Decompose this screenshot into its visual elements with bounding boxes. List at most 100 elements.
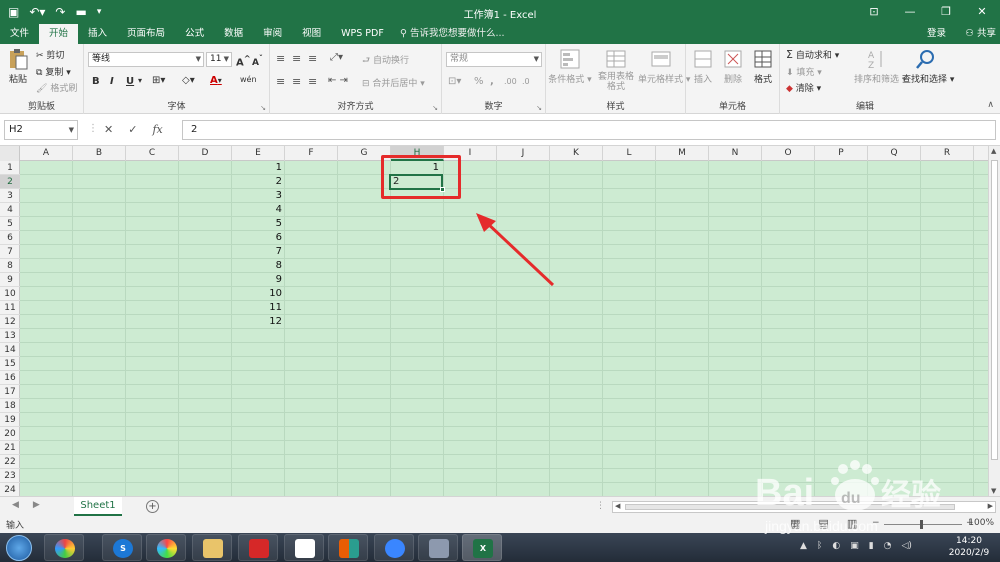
name-box[interactable]: H2 ▼ xyxy=(4,120,78,140)
align-top-icon[interactable]: ≡ xyxy=(276,52,285,65)
horizontal-scroll-thumb[interactable] xyxy=(625,504,955,510)
tab-5[interactable]: 数据 xyxy=(214,24,253,44)
zoom-out-icon[interactable]: − xyxy=(872,518,880,528)
enter-icon[interactable]: ✓ xyxy=(128,123,137,136)
taskbar-clock[interactable]: 14:20 2020/2/9 xyxy=(944,535,994,559)
font-color-button[interactable]: A▾ xyxy=(210,75,222,86)
merge-center-button[interactable]: ⊟ 合并后居中 ▾ xyxy=(362,76,425,89)
taskbar-app-office[interactable] xyxy=(328,534,368,561)
normal-view-icon[interactable]: ▦ xyxy=(790,517,800,530)
percent-button[interactable]: % xyxy=(474,76,484,87)
orientation-icon[interactable]: ⤢▾ xyxy=(330,52,343,63)
clear-button[interactable]: ◆ 清除 ▾ xyxy=(786,81,821,94)
ime-icon[interactable]: ▣ xyxy=(850,541,859,551)
taskbar-app-1[interactable] xyxy=(44,534,84,561)
currency-icon[interactable]: ⊡▾ xyxy=(448,76,461,87)
vertical-scroll-thumb[interactable] xyxy=(991,160,998,460)
dialog-launcher-icon[interactable]: ↘ xyxy=(536,104,542,112)
scroll-left-icon[interactable]: ◀ xyxy=(615,502,620,510)
wrap-text-button[interactable]: ⮐ 自动换行 xyxy=(362,53,409,69)
scroll-down-icon[interactable]: ▼ xyxy=(991,487,996,495)
increase-decimal-icon[interactable]: .00 xyxy=(504,77,517,86)
align-right-icon[interactable]: ≡ xyxy=(308,75,317,88)
zoom-slider[interactable] xyxy=(884,524,962,525)
minimize-button[interactable]: — xyxy=(892,0,928,24)
autosum-button[interactable]: Σ 自动求和 ▾ xyxy=(786,48,839,61)
format-painter-button[interactable]: 🖌 格式刷 xyxy=(36,81,77,94)
taskbar-app-browser[interactable] xyxy=(146,534,186,561)
wifi-icon[interactable]: ◔ xyxy=(884,541,892,551)
tab-7[interactable]: 视图 xyxy=(292,24,331,44)
tab-2[interactable]: 插入 xyxy=(78,24,117,44)
restore-button[interactable]: ❐ xyxy=(928,0,964,24)
tab-0[interactable]: 文件 xyxy=(0,24,39,44)
collapse-ribbon-icon[interactable]: ∧ xyxy=(987,100,994,110)
copy-button[interactable]: ⧉ 复制 ▾ xyxy=(36,65,71,78)
tab-3[interactable]: 页面布局 xyxy=(117,24,175,44)
taskbar-app-sogou[interactable]: S xyxy=(102,534,142,561)
delete-cells-button[interactable]: 删除 xyxy=(720,48,746,85)
taskbar-app-printer[interactable] xyxy=(418,534,458,561)
taskbar-app-excel[interactable]: X xyxy=(462,534,502,561)
vertical-scrollbar[interactable]: ▲ ▼ xyxy=(988,146,1000,496)
align-middle-icon[interactable]: ≡ xyxy=(292,52,301,65)
login-link[interactable]: 登录 xyxy=(927,24,946,44)
italic-button[interactable]: I xyxy=(110,76,114,87)
scroll-up-icon[interactable]: ▲ xyxy=(991,147,996,155)
network-icon[interactable]: ◐ xyxy=(832,541,840,551)
page-break-view-icon[interactable]: ▥ xyxy=(847,517,857,530)
dialog-launcher-icon[interactable]: ↘ xyxy=(260,104,266,112)
tray-expand-icon[interactable]: ▲ xyxy=(800,541,807,551)
battery-icon[interactable]: ▮ xyxy=(869,541,874,551)
tell-me-search[interactable]: ⚲ 告诉我您想要做什么... xyxy=(400,24,505,44)
cut-button[interactable]: ✂ 剪切 xyxy=(36,48,64,61)
align-left-icon[interactable]: ≡ xyxy=(276,75,285,88)
tab-8[interactable]: WPS PDF xyxy=(331,24,394,44)
underline-dropdown[interactable]: ▾ xyxy=(138,76,142,85)
underline-button[interactable]: U xyxy=(126,76,134,87)
prev-sheet-icon[interactable]: ◀ xyxy=(12,500,19,510)
bluetooth-icon[interactable]: ᛒ xyxy=(817,541,822,551)
tab-1[interactable]: 开始 xyxy=(39,24,79,44)
tab-4[interactable]: 公式 xyxy=(175,24,214,44)
page-layout-view-icon[interactable]: ▤ xyxy=(818,517,828,530)
phonetic-button[interactable]: wén xyxy=(240,75,257,84)
fill-button[interactable]: ⬇ 填充 ▾ xyxy=(786,65,822,78)
sheet-tab-sheet1[interactable]: Sheet1 xyxy=(74,497,122,516)
zoom-slider-thumb[interactable] xyxy=(920,520,923,529)
align-bottom-icon[interactable]: ≡ xyxy=(308,52,317,65)
taskbar-app-explorer[interactable] xyxy=(192,534,232,561)
cancel-icon[interactable]: ✕ xyxy=(104,123,113,136)
number-format-select[interactable]: 常规 ▼ xyxy=(446,52,542,67)
volume-icon[interactable]: ◁) xyxy=(902,541,912,551)
formula-input[interactable]: 2 xyxy=(182,120,996,140)
cell-styles-button[interactable]: 单元格样式 ▾ xyxy=(638,48,690,85)
ribbon-display-icon[interactable]: ⊡ xyxy=(856,0,892,24)
share-button[interactable]: ⚇ 共享 xyxy=(965,24,996,44)
sort-filter-button[interactable]: AZ 排序和筛选 ▾ xyxy=(854,48,906,85)
font-name-select[interactable]: 等线 ▼ xyxy=(88,52,204,67)
format-cells-button[interactable]: 格式 xyxy=(750,48,776,85)
comma-button[interactable]: , xyxy=(490,76,494,87)
find-select-button[interactable]: 查找和选择 ▾ xyxy=(902,48,954,85)
format-as-table-button[interactable]: 套用表格格式 xyxy=(596,48,636,92)
horizontal-scrollbar[interactable]: ◀ ▶ xyxy=(612,501,996,513)
conditional-format-button[interactable]: 条件格式 ▾ xyxy=(548,48,592,85)
close-button[interactable]: ✕ xyxy=(964,0,1000,24)
taskbar-app-ie[interactable] xyxy=(374,534,414,561)
taskbar-app-media[interactable] xyxy=(284,534,324,561)
shrink-font-button[interactable]: Aˇ xyxy=(252,54,263,68)
font-size-select[interactable]: 11 ▼ xyxy=(206,52,232,67)
fill-color-icon[interactable]: ◇▾ xyxy=(182,75,195,86)
scroll-right-icon[interactable]: ▶ xyxy=(988,502,993,510)
dialog-launcher-icon[interactable]: ↘ xyxy=(432,104,438,112)
zoom-percent[interactable]: 100% xyxy=(968,518,994,528)
grow-font-button[interactable]: A^ xyxy=(236,53,251,68)
bold-button[interactable]: B xyxy=(92,76,100,87)
border-icon[interactable]: ⊞▾ xyxy=(152,75,165,86)
tab-6[interactable]: 审阅 xyxy=(253,24,292,44)
start-button-icon[interactable] xyxy=(6,535,32,561)
insert-function-button[interactable]: fx xyxy=(152,123,162,136)
splitter-dots-icon[interactable]: ⋮ xyxy=(596,501,605,511)
paste-button[interactable]: 粘贴 xyxy=(6,48,30,85)
